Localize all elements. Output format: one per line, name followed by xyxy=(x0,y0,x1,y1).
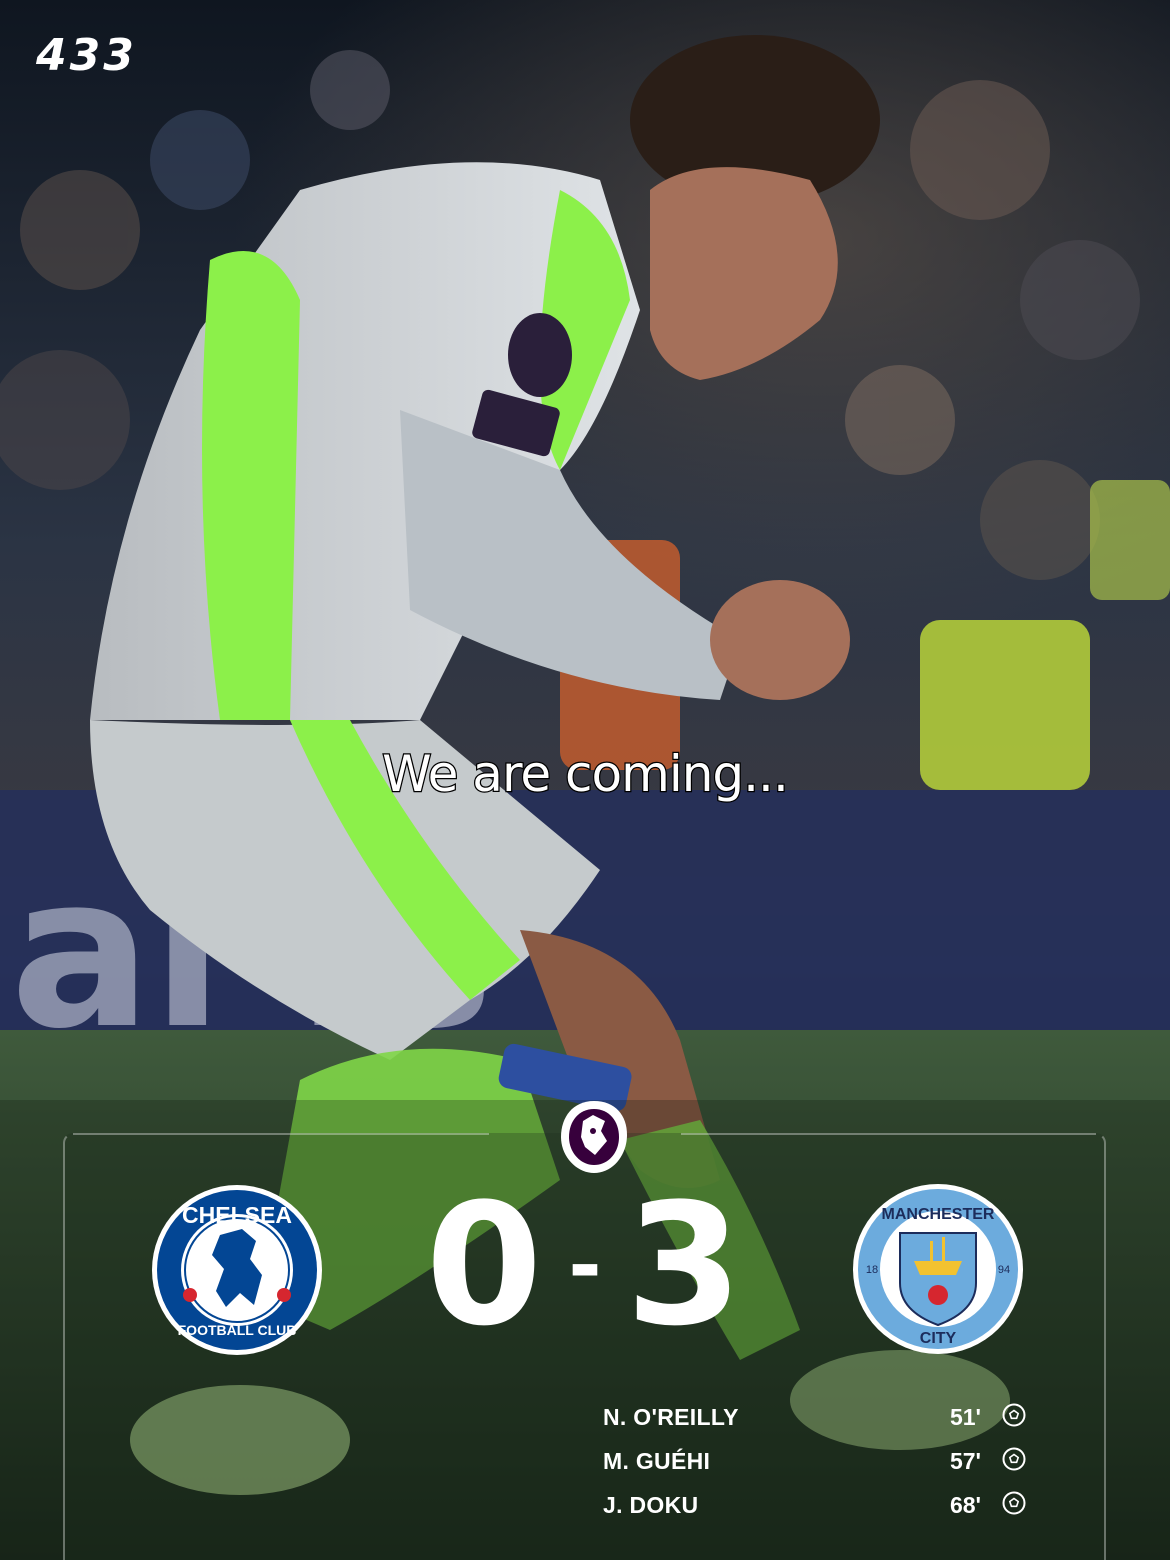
chelsea-crest-icon: CHELSEA FOOTBALL CLUB xyxy=(150,1183,324,1362)
city-crest-bottom-text: CITY xyxy=(920,1330,957,1347)
photo-caption: We are coming... xyxy=(381,744,790,805)
city-crest-top-text: MANCHESTER xyxy=(882,1206,995,1223)
goal-minute: 68' xyxy=(949,1492,981,1518)
goalscorer-row: M. GUÉHI 57' xyxy=(603,1442,1033,1486)
goalscorer-row: N. O'REILLY 51' xyxy=(603,1398,1033,1442)
card-top-border-right xyxy=(681,1133,1096,1135)
scorer-name: J. DOKU xyxy=(603,1492,699,1518)
football-icon xyxy=(1002,1403,1026,1427)
goalscorer-row: J. DOKU 68' xyxy=(603,1486,1033,1530)
football-icon xyxy=(1002,1447,1026,1471)
manchester-city-crest-icon: MANCHESTER CITY 18 94 xyxy=(852,1183,1024,1360)
final-score: 0 - 3 xyxy=(340,1180,830,1350)
away-score: 3 xyxy=(625,1167,745,1363)
goal-minute: 51' xyxy=(949,1404,981,1430)
city-crest-year-right: 94 xyxy=(998,1264,1010,1276)
city-crest-year-left: 18 xyxy=(866,1264,878,1276)
score-separator: - xyxy=(568,1218,602,1312)
football-icon xyxy=(1002,1491,1026,1515)
card-top-border-left xyxy=(73,1133,489,1135)
goal-minute: 57' xyxy=(949,1448,981,1474)
premier-league-lion-icon xyxy=(555,1097,633,1182)
goalscorers-list: N. O'REILLY 51' M. GUÉHI 57' J. DOKU 68' xyxy=(603,1398,1033,1530)
scorer-name: M. GUÉHI xyxy=(603,1448,711,1474)
brand-logo-text: 433 xyxy=(36,30,137,81)
chelsea-crest-bottom-text: FOOTBALL CLUB xyxy=(178,1322,297,1338)
brand-logo: 433 xyxy=(36,30,137,81)
chelsea-crest-top-text: CHELSEA xyxy=(182,1202,292,1228)
match-result-graphic: al is 433 xyxy=(0,0,1170,1560)
home-score: 0 xyxy=(425,1167,545,1363)
scorer-name: N. O'REILLY xyxy=(603,1404,739,1430)
